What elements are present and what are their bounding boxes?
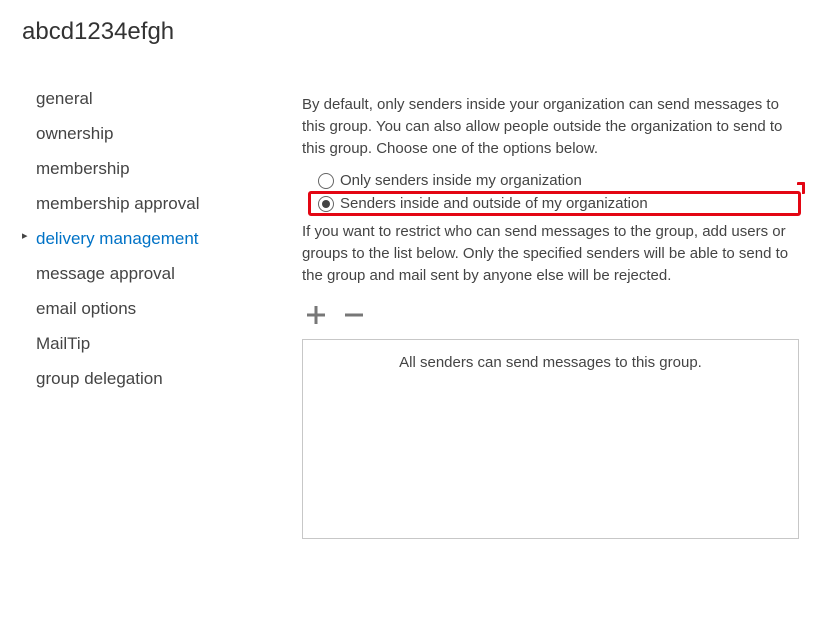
- radio-label: Only senders inside my organization: [340, 172, 582, 189]
- radio-dot-icon: [322, 200, 330, 208]
- radio-label: Senders inside and outside of my organiz…: [340, 195, 648, 212]
- allowed-senders-toolbar: [302, 301, 799, 329]
- page-title: abcd1234efgh: [22, 18, 799, 46]
- sidebar-item-label: group delegation: [36, 369, 163, 388]
- radio-only-inside[interactable]: Only senders inside my organization: [314, 169, 799, 192]
- sidebar-item-general[interactable]: general: [22, 82, 242, 117]
- add-button[interactable]: [302, 301, 330, 329]
- sidebar-item-label: membership: [36, 159, 130, 178]
- sidebar-item-label: message approval: [36, 264, 175, 283]
- sidebar-item-label: membership approval: [36, 194, 199, 213]
- sidebar-item-label: general: [36, 89, 93, 108]
- description-text: By default, only senders inside your org…: [302, 94, 799, 159]
- sidebar-item-membership-approval[interactable]: membership approval: [22, 187, 242, 222]
- sidebar: general ownership membership membership …: [22, 82, 242, 539]
- sidebar-item-email-options[interactable]: email options: [22, 292, 242, 327]
- sidebar-item-ownership[interactable]: ownership: [22, 117, 242, 152]
- sidebar-item-membership[interactable]: membership: [22, 152, 242, 187]
- sender-scope-radio-group: Only senders inside my organization Send…: [314, 169, 799, 215]
- sidebar-item-delivery-management[interactable]: delivery management: [22, 222, 242, 257]
- layout-container: general ownership membership membership …: [22, 82, 799, 539]
- sidebar-item-group-delegation[interactable]: group delegation: [22, 362, 242, 397]
- allowed-senders-list[interactable]: All senders can send messages to this gr…: [302, 339, 799, 539]
- sidebar-item-label: email options: [36, 299, 136, 318]
- sidebar-item-label: ownership: [36, 124, 114, 143]
- minus-icon: [342, 303, 366, 327]
- sidebar-item-message-approval[interactable]: message approval: [22, 257, 242, 292]
- remove-button[interactable]: [340, 301, 368, 329]
- plus-icon: [304, 303, 328, 327]
- sidebar-item-label: MailTip: [36, 334, 90, 353]
- listbox-placeholder: All senders can send messages to this gr…: [399, 354, 702, 371]
- sidebar-item-mailtip[interactable]: MailTip: [22, 327, 242, 362]
- radio-icon: [318, 173, 334, 189]
- sidebar-item-label: delivery management: [36, 229, 199, 248]
- restrict-description-text: If you want to restrict who can send mes…: [302, 221, 799, 286]
- radio-inside-and-outside[interactable]: Senders inside and outside of my organiz…: [314, 192, 799, 215]
- main-panel: By default, only senders inside your org…: [302, 82, 799, 539]
- radio-icon: [318, 196, 334, 212]
